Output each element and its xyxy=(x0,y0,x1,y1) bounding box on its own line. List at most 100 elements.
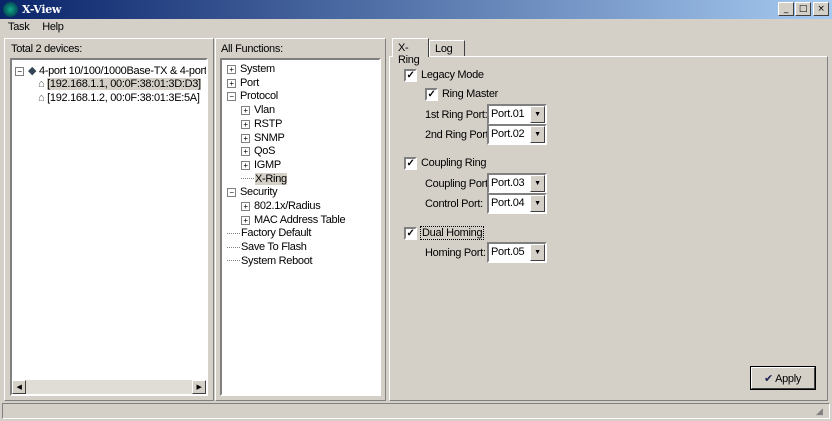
device-icon: ⌂ xyxy=(38,92,45,104)
function-item[interactable]: + System xyxy=(227,63,275,75)
ring1-select[interactable]: Port.01 ▼ xyxy=(487,104,547,125)
coupling-value: Port.03 xyxy=(491,177,525,189)
function-label: 802.1x/Radius xyxy=(254,200,321,212)
device-item[interactable]: [192.168.1.1, 00:0F:38:01:3D:D3] xyxy=(47,78,201,90)
function-label: Security xyxy=(240,186,278,199)
collapse-icon[interactable]: − xyxy=(15,67,24,76)
status-bar xyxy=(2,403,830,419)
tree-line xyxy=(227,246,240,248)
dropdown-arrow-icon[interactable]: ▼ xyxy=(530,126,545,143)
devices-label: Total 2 devices: xyxy=(11,43,83,55)
expand-icon[interactable]: + xyxy=(241,119,250,129)
ring-master-checkbox[interactable]: ✓ xyxy=(425,88,438,101)
expand-icon[interactable]: + xyxy=(241,147,250,157)
function-label: MAC Address Table xyxy=(254,213,346,226)
device-item[interactable]: [192.168.1.2, 00:0F:38:01:3E:5A] xyxy=(47,92,200,104)
tab-log[interactable]: Log xyxy=(429,40,465,56)
coupling-ring-label: Coupling Ring xyxy=(421,157,487,169)
expand-icon[interactable]: + xyxy=(241,160,250,170)
expand-icon[interactable]: + xyxy=(241,133,250,143)
homing-port-select[interactable]: Port.05 ▼ xyxy=(487,242,547,263)
function-label: Protocol xyxy=(240,90,278,103)
apply-button[interactable]: ✔ Apply xyxy=(751,367,815,389)
expand-icon[interactable]: + xyxy=(241,215,250,225)
maximize-button[interactable]: □ xyxy=(795,2,811,16)
function-item[interactable]: X-Ring xyxy=(241,172,287,185)
ring1-label: 1st Ring Port: xyxy=(425,109,488,121)
dropdown-arrow-icon[interactable]: ▼ xyxy=(530,195,545,212)
function-label: IGMP xyxy=(254,158,281,171)
control-port-select[interactable]: Port.04 ▼ xyxy=(487,193,547,214)
dropdown-arrow-icon[interactable]: ▼ xyxy=(530,175,545,192)
menu-help[interactable]: Help xyxy=(42,21,64,33)
function-label: X-Ring xyxy=(255,172,287,185)
function-item[interactable]: + MAC Address Table xyxy=(241,213,346,226)
tab-x-ring[interactable]: X-Ring xyxy=(392,38,429,66)
functions-tree[interactable]: + System + Port − Protocol + Vlan + RSTP + SNMP + QoS… xyxy=(220,58,381,396)
function-label: Port xyxy=(240,76,259,89)
legacy-mode-label: Legacy Mode xyxy=(421,69,484,81)
function-item[interactable]: Save To Flash xyxy=(227,241,307,253)
expand-icon[interactable]: + xyxy=(227,78,236,88)
coupling-port-select[interactable]: Port.03 ▼ xyxy=(487,173,547,194)
menu-bar: Task Help xyxy=(0,19,832,37)
function-item[interactable]: + SNMP xyxy=(241,132,285,144)
device-tree[interactable]: − ◆ 4-port 10/100/1000Base-TX & 4-port S … xyxy=(10,58,208,396)
ring2-select[interactable]: Port.02 ▼ xyxy=(487,124,547,145)
collapse-icon[interactable]: − xyxy=(227,92,236,102)
scroll-left-icon[interactable]: ◀ xyxy=(12,380,26,394)
close-button[interactable]: × xyxy=(813,2,829,16)
function-item[interactable]: System Reboot xyxy=(227,254,313,267)
function-item[interactable]: Factory Default xyxy=(227,227,311,239)
resize-grip-icon[interactable]: ◢ xyxy=(816,406,823,417)
control-value: Port.04 xyxy=(491,197,525,209)
title-bar: X-View xyxy=(0,0,832,19)
dropdown-arrow-icon[interactable]: ▼ xyxy=(530,106,545,123)
coupling-ring-checkbox[interactable]: ✓ xyxy=(404,157,417,170)
checkmark-icon: ✔ xyxy=(764,373,773,385)
ring-master-label: Ring Master xyxy=(442,88,498,100)
function-item[interactable]: +802.1x/Radius xyxy=(241,200,321,212)
homing-port-label: Homing Port: xyxy=(425,247,486,259)
horizontal-scrollbar[interactable]: ◀ ▶ xyxy=(12,380,206,394)
function-item[interactable]: + IGMP xyxy=(241,159,281,171)
function-label: QoS xyxy=(254,145,276,158)
dropdown-arrow-icon[interactable]: ▼ xyxy=(530,244,545,261)
function-label: SNMP xyxy=(254,131,285,144)
switch-icon: ◆ xyxy=(28,65,37,77)
function-item[interactable]: + RSTP xyxy=(241,118,282,130)
tree-line xyxy=(227,260,240,262)
device-icon: ⌂ xyxy=(38,78,45,90)
function-label: Vlan xyxy=(254,104,275,117)
function-item[interactable]: + QoS xyxy=(241,145,275,157)
function-item[interactable]: + Vlan xyxy=(241,104,275,116)
function-label: System Reboot xyxy=(241,254,313,267)
expand-icon[interactable]: + xyxy=(241,202,250,211)
expand-icon[interactable]: + xyxy=(241,106,250,116)
ring1-value: Port.01 xyxy=(491,108,525,120)
ring2-value: Port.02 xyxy=(491,128,525,140)
expand-icon[interactable]: + xyxy=(227,65,236,74)
menu-task[interactable]: Task xyxy=(8,21,30,33)
legacy-mode-checkbox[interactable]: ✓ xyxy=(404,69,417,82)
function-label: Save To Flash xyxy=(241,241,307,254)
tree-line xyxy=(227,232,240,234)
coupling-port-label: Coupling Port: xyxy=(425,178,491,190)
apply-label: Apply xyxy=(775,373,802,385)
app-icon xyxy=(3,2,18,17)
function-item[interactable]: − Security xyxy=(227,186,278,199)
function-label: RSTP xyxy=(254,117,283,130)
ring2-label: 2nd Ring Port: xyxy=(425,129,492,141)
function-label: Factory Default xyxy=(241,227,312,240)
function-item[interactable]: − Protocol xyxy=(227,90,278,102)
minimize-button[interactable]: _ xyxy=(778,2,794,16)
dual-homing-checkbox[interactable]: ✓ xyxy=(404,227,417,240)
tree-line xyxy=(241,178,254,180)
function-item[interactable]: + Port xyxy=(227,77,259,89)
functions-label: All Functions: xyxy=(221,43,283,55)
collapse-icon[interactable]: − xyxy=(227,188,236,198)
device-root[interactable]: 4-port 10/100/1000Base-TX & 4-port S xyxy=(39,65,206,77)
window-title: X-View xyxy=(22,3,62,16)
scroll-right-icon[interactable]: ▶ xyxy=(192,380,206,394)
dual-homing-label: Dual Homing xyxy=(420,226,485,240)
